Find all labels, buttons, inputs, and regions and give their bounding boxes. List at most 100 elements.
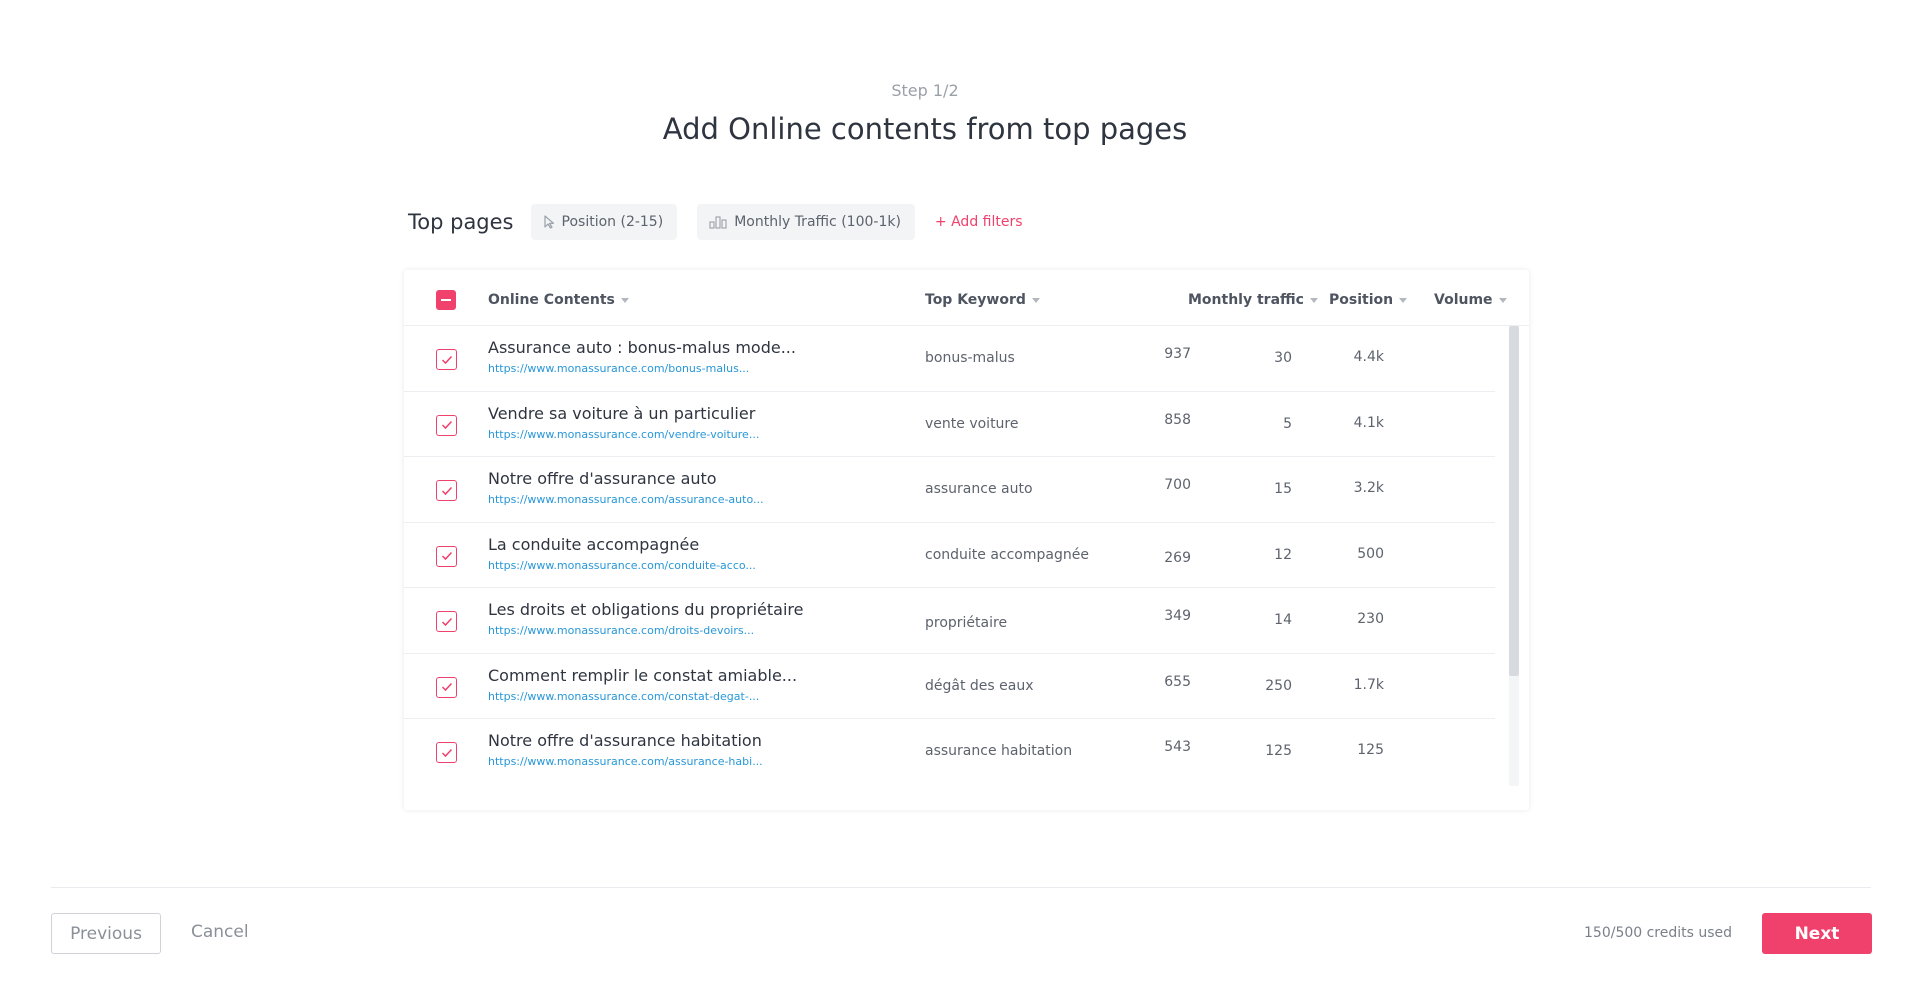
row-position: 12: [1274, 546, 1292, 563]
column-header-keyword[interactable]: Top Keyword: [925, 292, 1040, 308]
table-row[interactable]: Assurance auto : bonus-malus mode... htt…: [404, 326, 1495, 392]
row-checkbox[interactable]: [436, 676, 457, 698]
column-header-label: Monthly traffic: [1188, 292, 1304, 308]
row-volume: 500: [1357, 545, 1384, 562]
scrollbar-thumb[interactable]: [1509, 326, 1519, 676]
caret-down-icon: [1309, 297, 1318, 303]
row-checkbox[interactable]: [436, 742, 457, 763]
column-header-contents[interactable]: Online Contents: [488, 292, 629, 308]
caret-down-icon: [1031, 297, 1040, 303]
minus-icon: [441, 299, 451, 301]
row-title[interactable]: Assurance auto : bonus-malus mode...: [488, 338, 796, 357]
row-url[interactable]: https://www.monassurance.com/bonus-malus…: [488, 362, 749, 375]
row-keyword: vente voiture: [925, 415, 1019, 432]
row-keyword: propriétaire: [925, 615, 1008, 631]
row-position: 15: [1274, 481, 1292, 497]
row-traffic: 543: [1164, 739, 1191, 755]
credits-used: 150/500 credits used: [1584, 925, 1733, 941]
column-header-label: Position: [1329, 292, 1394, 308]
table-scrollbar[interactable]: [1509, 326, 1519, 786]
row-keyword: dégât des eaux: [925, 677, 1034, 694]
row-position: 125: [1265, 743, 1292, 759]
row-keyword: conduite accompagnée: [925, 546, 1089, 563]
caret-down-icon: [1498, 297, 1507, 303]
row-volume: 3.2k: [1353, 480, 1384, 496]
row-url[interactable]: https://www.monassurance.com/constat-deg…: [488, 690, 759, 703]
filters-label: Top pages: [408, 210, 514, 234]
table-row[interactable]: Notre offre d'assurance auto https://www…: [404, 457, 1495, 523]
row-url[interactable]: https://www.monassurance.com/assurance-a…: [488, 493, 764, 506]
check-icon: [441, 420, 452, 430]
row-checkbox[interactable]: [436, 414, 457, 436]
row-traffic: 269: [1164, 549, 1191, 566]
row-traffic: 700: [1164, 477, 1191, 493]
row-checkbox[interactable]: [436, 480, 457, 501]
row-checkbox[interactable]: [436, 349, 457, 370]
row-title[interactable]: Les droits et obligations du propriétair…: [488, 600, 803, 619]
top-pages-table: Online Contents Top Keyword Monthly traf…: [404, 270, 1529, 810]
column-header-traffic[interactable]: Monthly traffic: [1188, 292, 1318, 308]
row-volume: 125: [1357, 742, 1384, 758]
page-title: Add Online contents from top pages: [662, 112, 1188, 146]
row-url[interactable]: https://www.monassurance.com/conduite-ac…: [488, 559, 756, 572]
row-title[interactable]: Notre offre d'assurance habitation: [488, 731, 762, 750]
table-row[interactable]: Vendre sa voiture à un particulier https…: [404, 392, 1495, 457]
check-icon: [441, 748, 452, 757]
row-keyword: assurance habitation: [925, 743, 1073, 759]
table-row[interactable]: Les droits et obligations du propriétair…: [404, 588, 1495, 654]
cancel-button[interactable]: Cancel: [191, 922, 249, 942]
row-traffic: 858: [1164, 411, 1191, 428]
row-traffic: 655: [1164, 673, 1191, 690]
column-header-volume[interactable]: Volume: [1434, 292, 1507, 308]
row-volume: 1.7k: [1353, 676, 1384, 693]
check-icon: [441, 486, 452, 495]
row-traffic: 937: [1164, 346, 1191, 362]
row-volume: 4.1k: [1353, 414, 1384, 431]
previous-button[interactable]: Previous: [51, 913, 161, 954]
check-icon: [441, 551, 452, 561]
row-title[interactable]: Vendre sa voiture à un particulier: [488, 404, 755, 423]
row-position: 14: [1274, 612, 1292, 628]
row-title[interactable]: Comment remplir le constat amiable...: [488, 666, 797, 685]
row-keyword: assurance auto: [925, 481, 1033, 497]
row-title[interactable]: La conduite accompagnée: [488, 535, 699, 554]
table-header: Online Contents Top Keyword Monthly traf…: [404, 270, 1529, 326]
add-filters-link[interactable]: + Add filters: [935, 214, 1023, 230]
row-url[interactable]: https://www.monassurance.com/vendre-voit…: [488, 428, 759, 441]
column-header-label: Volume: [1434, 292, 1493, 308]
bar-chart-icon: [709, 215, 727, 229]
row-url[interactable]: https://www.monassurance.com/droits-devo…: [488, 624, 754, 637]
filters-bar: Top pages Position (2-15) Monthly Traffi…: [408, 204, 1023, 240]
next-button[interactable]: Next: [1762, 913, 1872, 954]
row-keyword: bonus-malus: [925, 350, 1015, 366]
filter-chip-traffic[interactable]: Monthly Traffic (100-1k): [697, 204, 915, 240]
row-position: 30: [1274, 350, 1292, 366]
check-icon: [441, 617, 452, 626]
select-all-checkbox[interactable]: [436, 290, 456, 310]
row-position: 250: [1265, 677, 1292, 694]
table-row[interactable]: La conduite accompagnée https://www.mona…: [404, 523, 1495, 588]
row-volume: 230: [1357, 611, 1384, 627]
column-header-position[interactable]: Position: [1329, 292, 1408, 308]
column-header-label: Online Contents: [488, 292, 615, 308]
check-icon: [441, 355, 452, 364]
filter-chip-position[interactable]: Position (2-15): [530, 204, 678, 240]
caret-down-icon: [620, 297, 629, 303]
filter-chip-label: Position (2-15): [561, 214, 664, 230]
column-header-label: Top Keyword: [925, 292, 1026, 308]
caret-down-icon: [1399, 297, 1408, 303]
step-indicator: Step 1/2: [891, 81, 959, 100]
row-checkbox[interactable]: [436, 545, 457, 567]
row-title[interactable]: Notre offre d'assurance auto: [488, 469, 717, 488]
check-icon: [441, 682, 452, 692]
table-row[interactable]: Comment remplir le constat amiable... ht…: [404, 654, 1495, 719]
filter-chip-label: Monthly Traffic (100-1k): [734, 214, 901, 230]
table-row[interactable]: Notre offre d'assurance habitation https…: [404, 719, 1495, 785]
footer-divider: [51, 887, 1871, 888]
cursor-icon: [543, 215, 555, 229]
table-body: Assurance auto : bonus-malus mode... htt…: [404, 326, 1529, 785]
row-checkbox[interactable]: [436, 611, 457, 632]
row-position: 5: [1283, 415, 1292, 432]
row-volume: 4.4k: [1353, 349, 1384, 365]
row-url[interactable]: https://www.monassurance.com/assurance-h…: [488, 755, 763, 768]
